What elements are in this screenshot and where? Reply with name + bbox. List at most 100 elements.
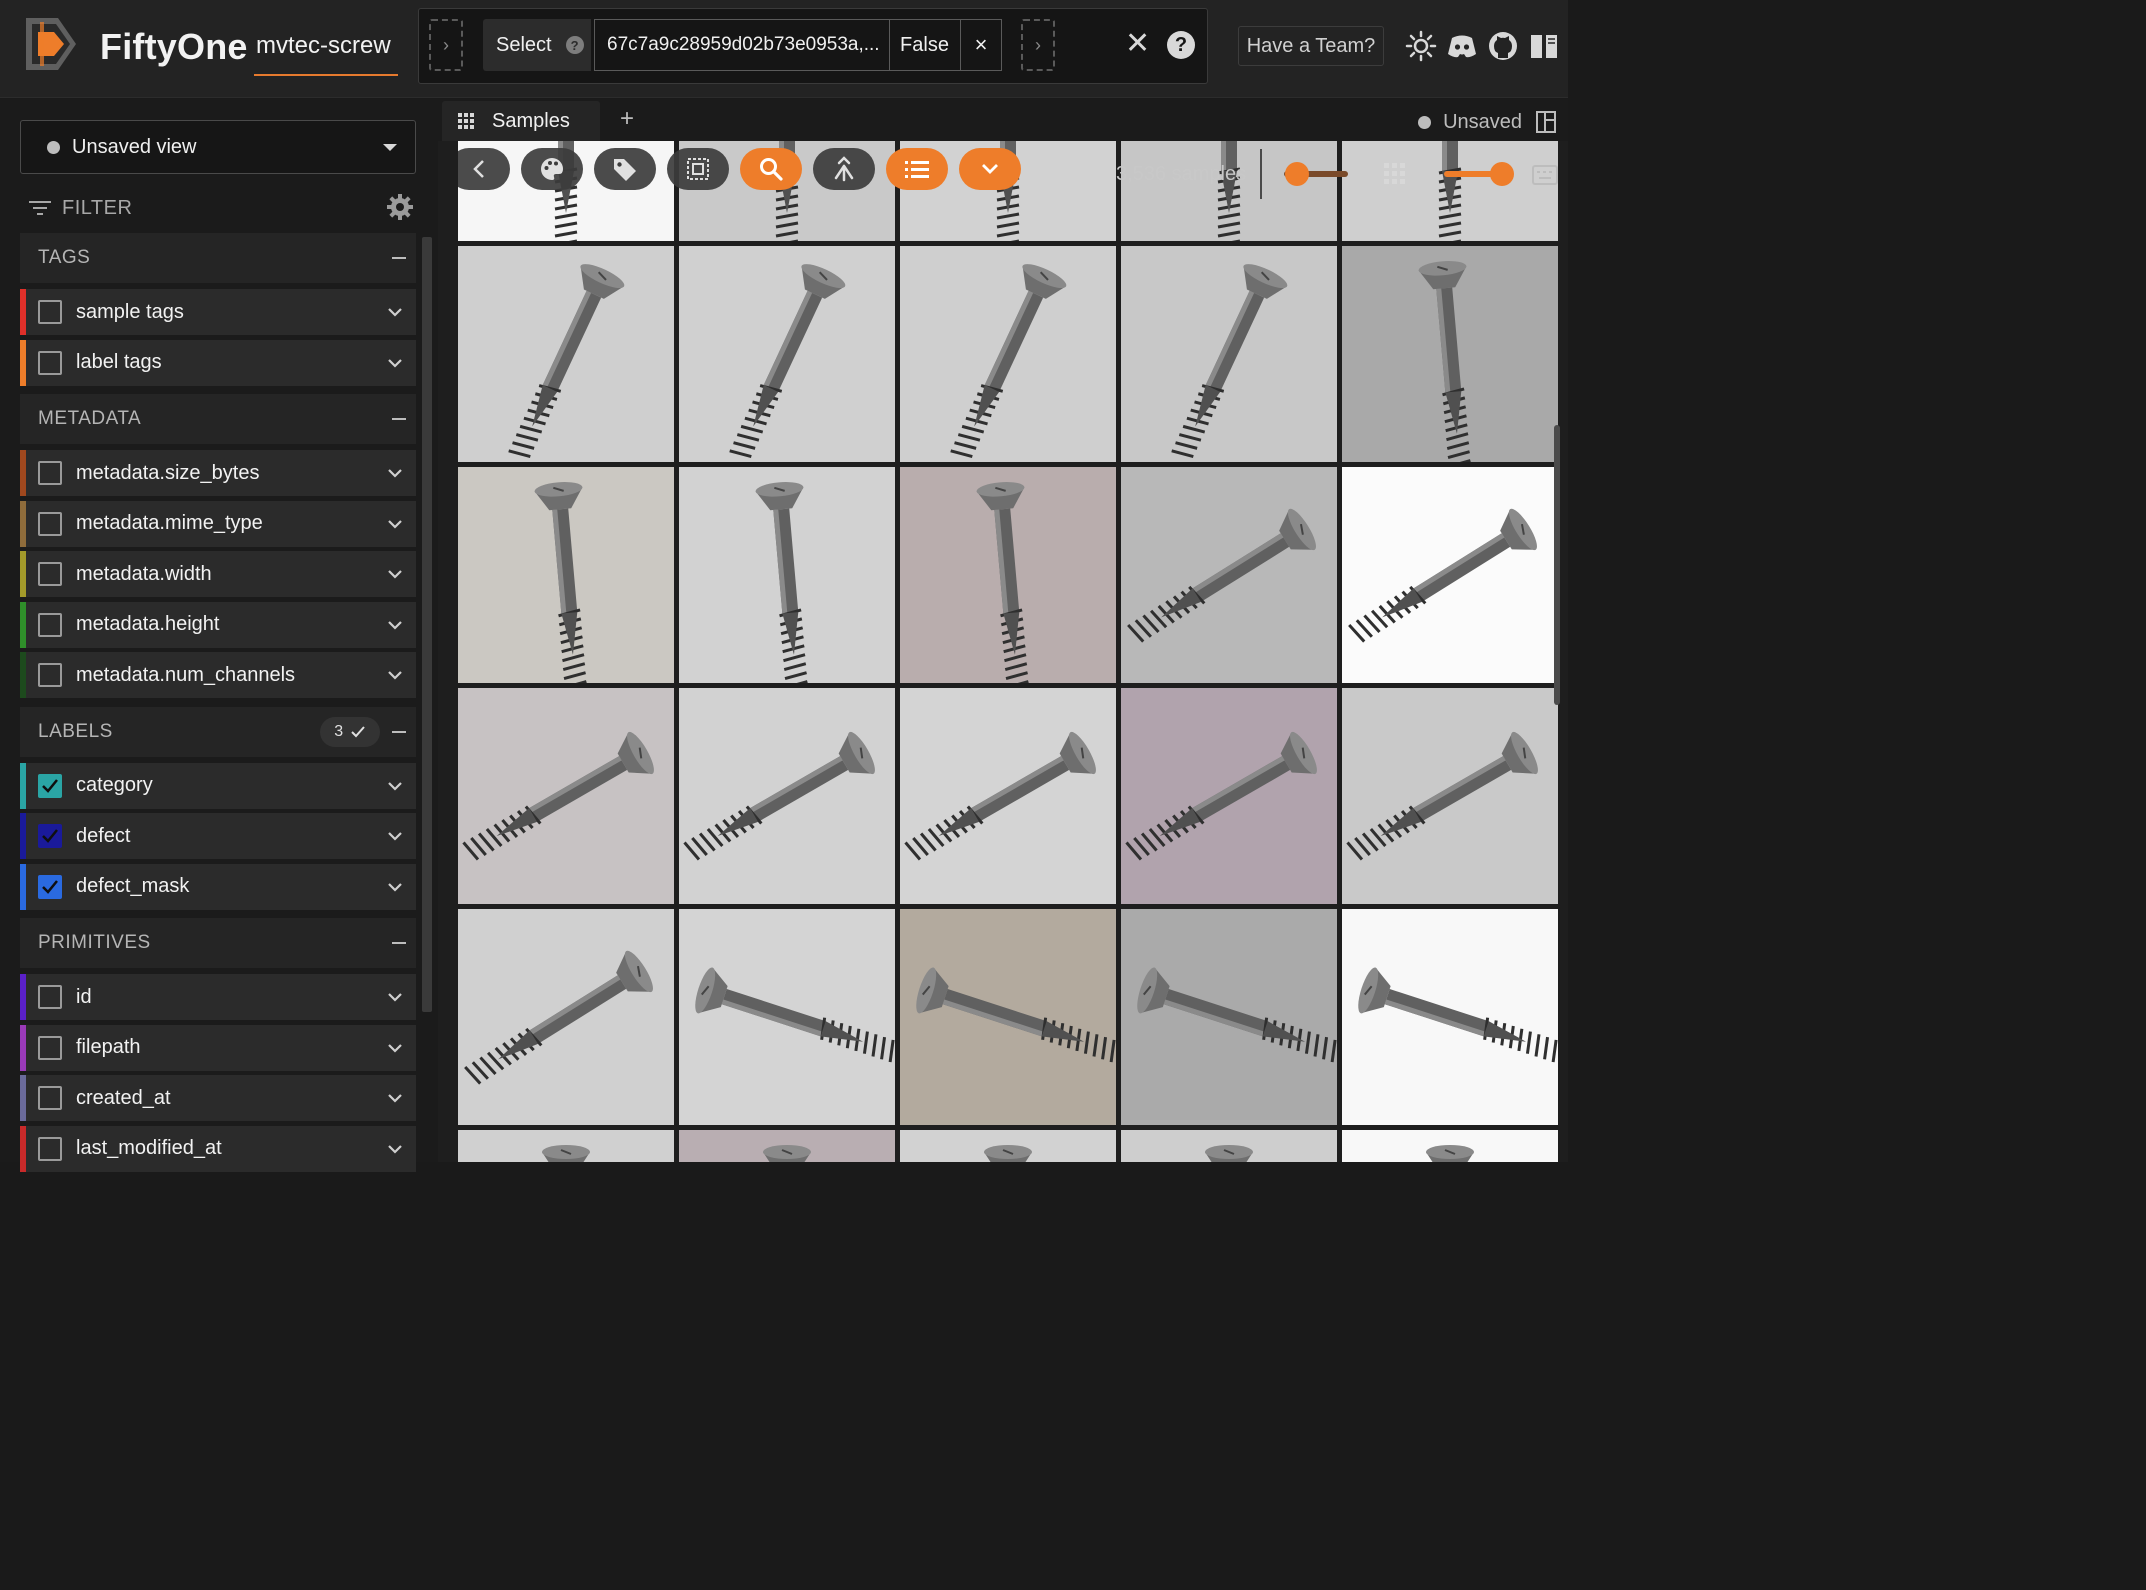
chevron-down-icon[interactable] bbox=[386, 565, 404, 583]
field-checkbox[interactable] bbox=[38, 350, 62, 375]
sample-tile[interactable] bbox=[458, 467, 674, 683]
field-row-metadata-num-channels[interactable]: metadata.num_channels bbox=[20, 652, 416, 698]
sample-tile[interactable] bbox=[1121, 1130, 1337, 1162]
chevron-down-icon[interactable] bbox=[386, 878, 404, 896]
group-header-labels[interactable]: LABELS 3 bbox=[20, 706, 416, 757]
labels-count-badge[interactable]: 3 bbox=[320, 716, 380, 747]
field-checkbox[interactable] bbox=[38, 1136, 62, 1161]
sample-tile[interactable] bbox=[900, 909, 1116, 1125]
field-row-label tags[interactable]: label tags bbox=[20, 339, 416, 386]
tab-samples[interactable]: Samples bbox=[442, 101, 600, 141]
sample-tile[interactable] bbox=[679, 1130, 895, 1162]
sample-tile[interactable] bbox=[1121, 467, 1337, 683]
chevron-down-icon[interactable] bbox=[386, 988, 404, 1006]
sidebar-scrollbar[interactable] bbox=[422, 237, 432, 1012]
sample-tile[interactable] bbox=[1121, 688, 1337, 904]
add-panel-button[interactable]: + bbox=[620, 105, 634, 133]
stage-ordered-toggle[interactable]: False bbox=[889, 19, 961, 71]
group-header-metadata[interactable]: METADATA bbox=[20, 394, 416, 444]
field-row-defect-mask[interactable]: defect_mask bbox=[20, 863, 416, 910]
field-checkbox[interactable] bbox=[38, 1035, 62, 1060]
field-row-metadata-height[interactable]: metadata.height bbox=[20, 601, 416, 648]
sample-tile[interactable] bbox=[1121, 246, 1337, 462]
field-row-metadata-size-bytes[interactable]: metadata.size_bytes bbox=[20, 450, 416, 496]
chevron-down-icon[interactable] bbox=[386, 827, 404, 845]
add-stage-before-button[interactable]: › bbox=[429, 19, 463, 71]
field-row-sample tags[interactable]: sample tags bbox=[20, 289, 416, 335]
discord-icon[interactable] bbox=[1446, 30, 1478, 62]
sample-tile[interactable] bbox=[900, 246, 1116, 462]
sample-tile[interactable] bbox=[679, 246, 895, 462]
operators-dropdown-button[interactable] bbox=[959, 148, 1021, 190]
field-row-metadata-width[interactable]: metadata.width bbox=[20, 551, 416, 597]
tag-button[interactable] bbox=[594, 148, 656, 190]
field-checkbox[interactable] bbox=[38, 874, 62, 899]
field-checkbox[interactable] bbox=[38, 461, 62, 485]
color-scheme-button[interactable] bbox=[521, 148, 583, 190]
field-row-created-at[interactable]: created_at bbox=[20, 1075, 416, 1121]
book-icon[interactable] bbox=[1528, 30, 1560, 62]
chevron-down-icon[interactable] bbox=[386, 464, 404, 482]
zoom-slider-thumb[interactable] bbox=[1285, 162, 1309, 186]
field-checkbox[interactable] bbox=[38, 773, 62, 798]
operators-list-button[interactable] bbox=[886, 148, 948, 190]
grid-icon[interactable] bbox=[1384, 163, 1406, 185]
field-row-defect[interactable]: defect bbox=[20, 813, 416, 859]
sample-tile[interactable] bbox=[1121, 909, 1337, 1125]
field-checkbox[interactable] bbox=[38, 663, 62, 687]
sample-tile[interactable] bbox=[679, 688, 895, 904]
chevron-down-icon[interactable] bbox=[386, 515, 404, 533]
field-checkbox[interactable] bbox=[38, 1086, 62, 1110]
split-layout-icon[interactable] bbox=[1536, 111, 1556, 133]
sample-tile[interactable] bbox=[900, 1130, 1116, 1162]
sample-tile[interactable] bbox=[679, 467, 895, 683]
grid-size-slider-thumb[interactable] bbox=[1490, 162, 1514, 186]
add-stage-after-button[interactable]: › bbox=[1021, 19, 1055, 71]
chevron-down-icon[interactable] bbox=[386, 666, 404, 684]
sample-tile[interactable] bbox=[1342, 246, 1558, 462]
field-row-last-modified-at[interactable]: last_modified_at bbox=[20, 1125, 416, 1172]
collapse-minus-icon[interactable] bbox=[392, 730, 406, 733]
stage-type-select[interactable]: Select ? bbox=[483, 19, 591, 71]
sample-tile[interactable] bbox=[900, 467, 1116, 683]
view-bar-help-icon[interactable]: ? bbox=[1167, 31, 1195, 59]
merge-button[interactable] bbox=[813, 148, 875, 190]
grid-scrollbar[interactable] bbox=[1554, 425, 1560, 705]
patches-button[interactable] bbox=[667, 148, 729, 190]
chevron-down-icon[interactable] bbox=[386, 1039, 404, 1057]
collapse-minus-icon[interactable] bbox=[392, 942, 406, 944]
sample-tile[interactable] bbox=[458, 688, 674, 904]
dataset-selector[interactable]: mvtec-screw bbox=[256, 32, 391, 60]
stage-help-icon[interactable]: ? bbox=[565, 36, 584, 54]
similarity-search-button[interactable] bbox=[740, 148, 802, 190]
field-checkbox[interactable] bbox=[38, 562, 62, 586]
field-row-metadata-mime-type[interactable]: metadata.mime_type bbox=[20, 500, 416, 547]
sample-tile[interactable] bbox=[679, 909, 895, 1125]
sidebar-toggle-button[interactable] bbox=[458, 148, 510, 190]
keyboard-icon[interactable] bbox=[1532, 165, 1558, 185]
github-icon[interactable] bbox=[1487, 30, 1519, 62]
field-row-category[interactable]: category bbox=[20, 762, 416, 809]
saved-view-select[interactable]: Unsaved view bbox=[20, 120, 416, 174]
chevron-down-icon[interactable] bbox=[386, 1089, 404, 1107]
field-checkbox[interactable] bbox=[38, 612, 62, 637]
sample-tile[interactable] bbox=[458, 1130, 674, 1162]
stage-ids-input[interactable]: 67c7a9c28959d02b73e0953a,... bbox=[594, 19, 890, 71]
field-checkbox[interactable] bbox=[38, 824, 62, 848]
gear-icon[interactable] bbox=[386, 193, 414, 221]
collapse-minus-icon[interactable] bbox=[392, 418, 406, 420]
field-checkbox[interactable] bbox=[38, 511, 62, 536]
chevron-down-icon[interactable] bbox=[386, 303, 404, 321]
chevron-down-icon[interactable] bbox=[386, 616, 404, 634]
sample-tile[interactable] bbox=[1342, 467, 1558, 683]
sample-tile[interactable] bbox=[1342, 688, 1558, 904]
chevron-down-icon[interactable] bbox=[386, 354, 404, 372]
clear-view-close-icon[interactable]: ✕ bbox=[1125, 29, 1150, 59]
have-a-team-button[interactable]: Have a Team? bbox=[1238, 26, 1384, 66]
field-checkbox[interactable] bbox=[38, 985, 62, 1009]
sample-tile[interactable] bbox=[900, 688, 1116, 904]
sample-tile[interactable] bbox=[1342, 909, 1558, 1125]
sun-icon[interactable] bbox=[1405, 30, 1437, 62]
remove-stage-button[interactable]: × bbox=[960, 19, 1002, 71]
group-header-tags[interactable]: TAGS bbox=[20, 233, 416, 283]
